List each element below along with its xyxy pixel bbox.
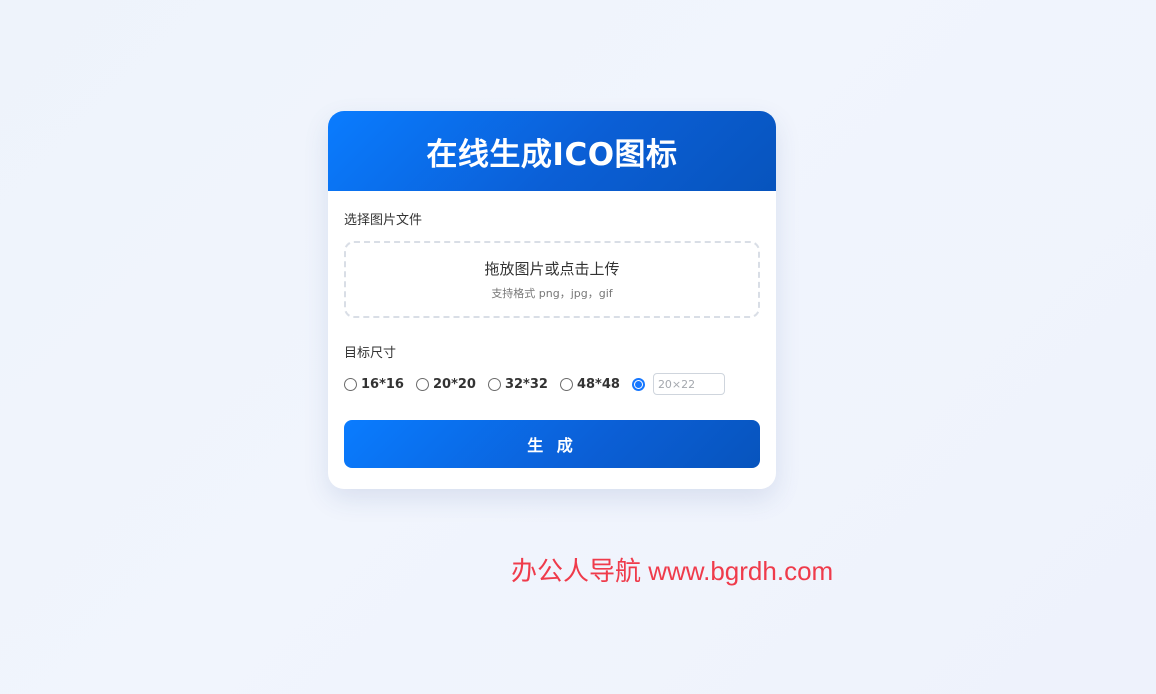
- page-title: 在线生成ICO图标: [426, 136, 678, 173]
- file-dropzone[interactable]: 拖放图片或点击上传 支持格式 png，jpg，gif: [344, 241, 760, 318]
- target-size-label: 目标尺寸: [344, 346, 397, 361]
- size-options: 16*16 20*20 32*32 48*48: [344, 372, 760, 396]
- radio-icon[interactable]: [344, 377, 357, 391]
- radio-icon[interactable]: [559, 377, 573, 391]
- size-option-48[interactable]: 48*48: [559, 376, 620, 392]
- dropzone-title: 拖放图片或点击上传: [484, 260, 620, 278]
- card-header: 在线生成ICO图标: [328, 111, 776, 191]
- size-option-20[interactable]: 20*20: [415, 376, 476, 392]
- card-body: 选择图片文件 拖放图片或点击上传 支持格式 png，jpg，gif 目标尺寸 1…: [328, 209, 776, 468]
- radio-icon[interactable]: [415, 377, 429, 391]
- ico-generator-card: 在线生成ICO图标 选择图片文件 拖放图片或点击上传 支持格式 png，jpg，…: [328, 111, 776, 489]
- file-label: 选择图片文件: [344, 213, 423, 228]
- size-option-16[interactable]: 16*16: [344, 377, 404, 392]
- size-option-custom[interactable]: [631, 373, 725, 395]
- generate-button[interactable]: 生 成: [344, 420, 760, 468]
- custom-size-input[interactable]: [652, 373, 725, 395]
- size-option-label: 16*16: [361, 376, 404, 392]
- watermark-text: 办公人导航 www.bgrdh.com: [511, 556, 834, 586]
- size-option-label: 20*20: [432, 376, 476, 392]
- radio-icon[interactable]: [487, 377, 501, 391]
- size-option-label: 32*32: [504, 376, 548, 392]
- dropzone-subtitle: 支持格式 png，jpg，gif: [491, 287, 613, 300]
- size-option-32[interactable]: 32*32: [487, 376, 548, 392]
- size-option-label: 48*48: [576, 376, 620, 392]
- radio-checked-icon[interactable]: [631, 377, 645, 391]
